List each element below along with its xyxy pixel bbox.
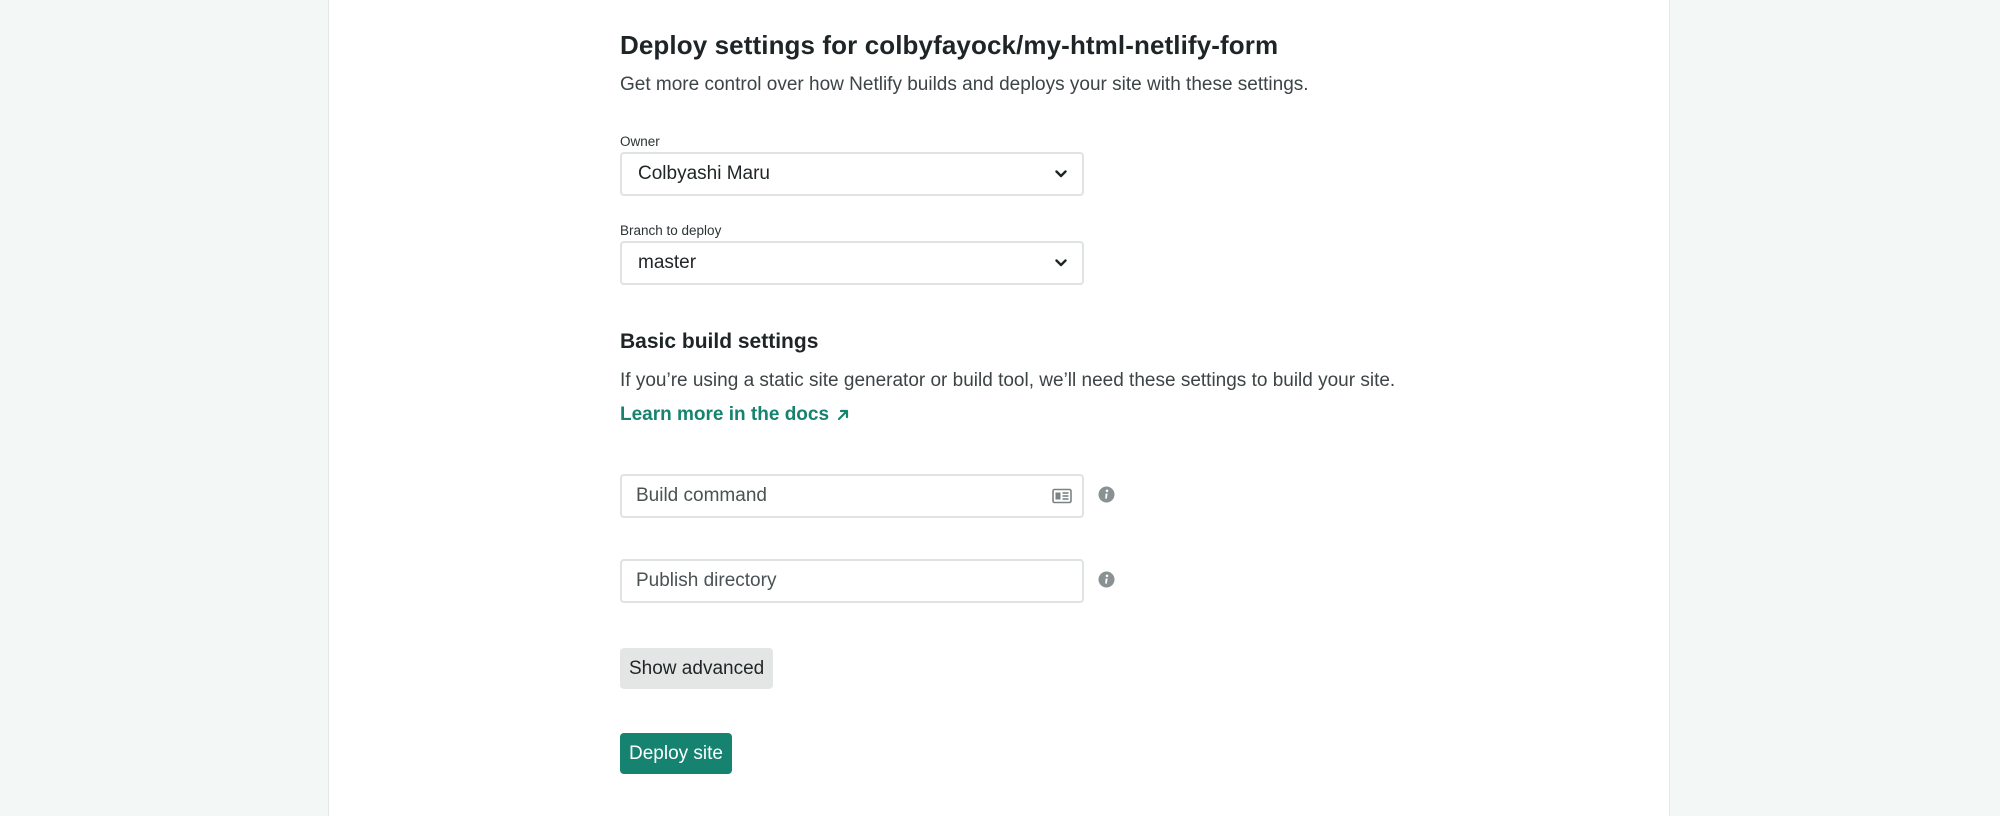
page-subtitle: Get more control over how Netlify builds… bbox=[620, 74, 1309, 95]
owner-select[interactable]: Colbyashi Maru bbox=[620, 152, 1084, 196]
form-card-icon[interactable] bbox=[1052, 488, 1072, 504]
build-command-info-icon[interactable] bbox=[1098, 486, 1115, 503]
build-settings-title: Basic build settings bbox=[620, 330, 819, 353]
publish-directory-input[interactable] bbox=[636, 570, 1072, 592]
chevron-down-icon bbox=[1054, 167, 1068, 181]
show-advanced-button[interactable]: Show advanced bbox=[620, 648, 774, 689]
build-command-input[interactable] bbox=[636, 485, 1052, 507]
owner-label: Owner bbox=[620, 134, 660, 149]
build-command-field[interactable] bbox=[620, 474, 1084, 518]
branch-label: Branch to deploy bbox=[620, 223, 722, 238]
page-card bbox=[328, 0, 1670, 816]
chevron-down-icon bbox=[1054, 256, 1068, 270]
docs-link-label: Learn more in the docs bbox=[620, 404, 830, 425]
branch-select[interactable]: master bbox=[620, 241, 1084, 285]
branch-select-value: master bbox=[638, 252, 697, 273]
arrow-up-right-icon bbox=[835, 407, 851, 423]
publish-directory-info-icon[interactable] bbox=[1098, 571, 1115, 588]
build-settings-description: If you’re using a static site generator … bbox=[620, 370, 1396, 391]
page-title: Deploy settings for colbyfayock/my-html-… bbox=[620, 30, 1279, 60]
publish-directory-field[interactable] bbox=[620, 559, 1084, 603]
deploy-site-button[interactable]: Deploy site bbox=[620, 733, 732, 774]
owner-select-value: Colbyashi Maru bbox=[638, 163, 770, 184]
docs-link[interactable]: Learn more in the docs bbox=[620, 404, 851, 426]
